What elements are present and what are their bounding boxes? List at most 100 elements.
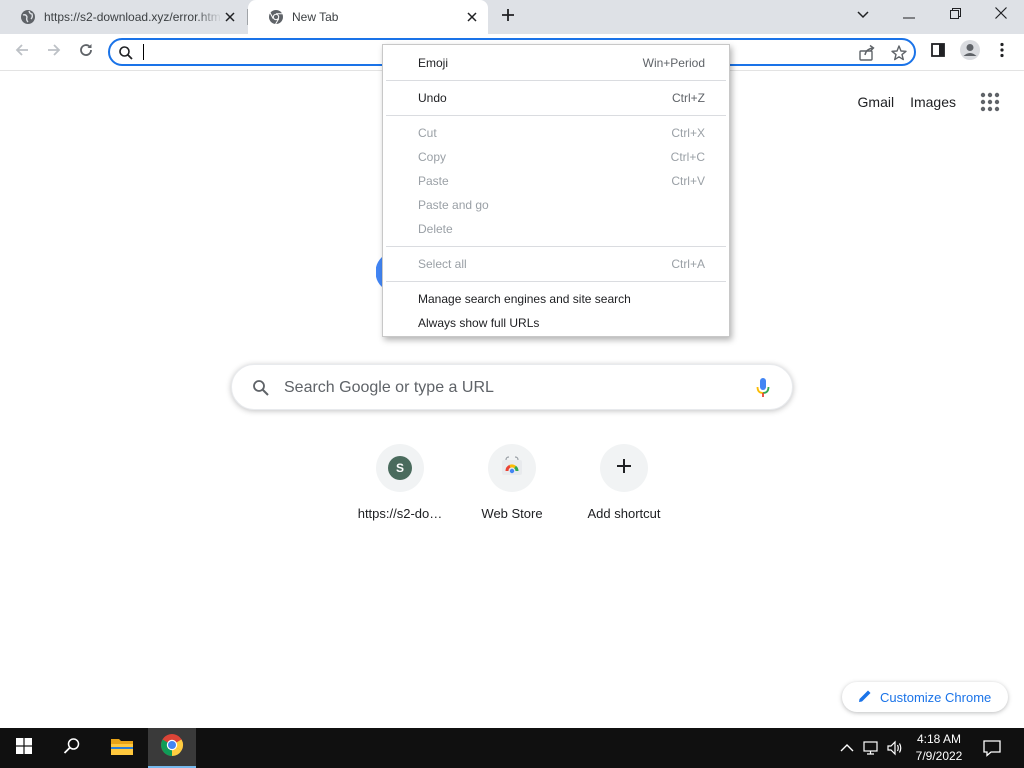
pencil-icon bbox=[858, 689, 880, 706]
reload-button[interactable] bbox=[72, 38, 100, 66]
menu-item-label: Cut bbox=[418, 126, 437, 140]
menu-item-shortcut: Ctrl+A bbox=[671, 257, 705, 271]
menu-item-manage-search-engines-and-site-search[interactable]: Manage search engines and site search bbox=[383, 287, 729, 311]
shortcut-icon-circle bbox=[488, 444, 536, 492]
profile-button[interactable] bbox=[956, 38, 984, 66]
shortcut-icon-circle: S bbox=[376, 444, 424, 492]
system-clock[interactable]: 4:18 AM 7/9/2022 bbox=[910, 731, 968, 765]
avatar-icon bbox=[959, 39, 981, 66]
folder-icon bbox=[110, 736, 134, 761]
shortcut-tile[interactable]: Web Store bbox=[456, 444, 568, 534]
web-store-icon bbox=[501, 455, 523, 481]
tab-title: https://s2-download.xyz/error.html bbox=[44, 10, 222, 24]
customize-chrome-label: Customize Chrome bbox=[880, 689, 992, 705]
menu-item-label: Delete bbox=[418, 222, 453, 236]
menu-item-shortcut: Win+Period bbox=[642, 56, 705, 70]
menu-button[interactable] bbox=[988, 38, 1016, 66]
search-icon bbox=[118, 45, 134, 61]
menu-item-select-all[interactable]: Select all Ctrl+A bbox=[383, 252, 729, 276]
menu-item-label: Always show full URLs bbox=[418, 316, 540, 330]
share-icon[interactable] bbox=[858, 44, 876, 62]
site-letter-icon: S bbox=[388, 456, 412, 480]
more-vert-icon bbox=[1000, 42, 1004, 63]
side-panel-button[interactable] bbox=[924, 38, 952, 66]
network-icon[interactable] bbox=[862, 740, 880, 756]
tab-search-button[interactable] bbox=[840, 0, 886, 30]
back-button[interactable] bbox=[8, 38, 36, 66]
menu-item-label: Undo bbox=[418, 91, 447, 105]
chrome-icon bbox=[160, 733, 184, 762]
search-placeholder: Search Google or type a URL bbox=[284, 379, 494, 396]
apps-grid-icon[interactable] bbox=[980, 92, 1000, 112]
reload-icon bbox=[78, 42, 94, 63]
new-tab-button[interactable] bbox=[496, 5, 520, 29]
menu-item-copy[interactable]: Copy Ctrl+C bbox=[383, 145, 729, 169]
tab-strip: https://s2-download.xyz/error.html New T… bbox=[0, 0, 1024, 34]
close-icon[interactable] bbox=[464, 9, 480, 25]
volume-icon[interactable] bbox=[886, 740, 904, 756]
menu-item-label: Paste bbox=[418, 174, 449, 188]
menu-item-label: Emoji bbox=[418, 56, 449, 70]
taskbar: 4:18 AM 7/9/2022 bbox=[0, 728, 1024, 768]
menu-item-shortcut: Ctrl+X bbox=[671, 126, 705, 140]
menu-item-label: Manage search engines and site search bbox=[418, 292, 631, 306]
search-icon bbox=[63, 737, 81, 760]
add-shortcut-button[interactable]: Add shortcut bbox=[568, 444, 680, 534]
menu-item-label: Paste and go bbox=[418, 198, 489, 212]
close-window-button[interactable] bbox=[978, 0, 1024, 30]
restore-button[interactable] bbox=[932, 0, 978, 30]
restore-icon bbox=[949, 6, 961, 24]
microphone-icon[interactable] bbox=[756, 377, 770, 399]
chevron-down-icon bbox=[857, 6, 869, 24]
gmail-link[interactable]: Gmail bbox=[858, 94, 895, 110]
globe-icon bbox=[20, 9, 36, 25]
close-icon bbox=[995, 6, 1007, 24]
start-button[interactable] bbox=[0, 728, 48, 768]
clock-date: 7/9/2022 bbox=[915, 749, 963, 763]
shortcut-tile[interactable]: S https://s2-do… bbox=[344, 444, 456, 534]
images-link[interactable]: Images bbox=[910, 94, 956, 110]
menu-item-paste-and-go[interactable]: Paste and go bbox=[383, 193, 729, 217]
file-explorer-button[interactable] bbox=[98, 728, 146, 768]
forward-button[interactable] bbox=[40, 38, 68, 66]
menu-item-always-show-full-urls[interactable]: Always show full URLs bbox=[383, 311, 729, 335]
top-links: Gmail Images bbox=[858, 94, 956, 110]
search-box[interactable]: Search Google or type a URL bbox=[231, 364, 793, 410]
menu-separator bbox=[383, 241, 729, 252]
plus-icon bbox=[616, 458, 632, 479]
search-icon bbox=[252, 379, 270, 397]
close-icon[interactable] bbox=[222, 9, 238, 25]
menu-separator bbox=[383, 110, 729, 121]
menu-item-shortcut: Ctrl+C bbox=[670, 150, 705, 164]
taskbar-search-button[interactable] bbox=[48, 728, 96, 768]
side-panel-icon bbox=[930, 42, 946, 63]
minimize-icon bbox=[903, 6, 915, 24]
menu-item-paste[interactable]: Paste Ctrl+V bbox=[383, 169, 729, 193]
shortcut-label: Web Store bbox=[481, 506, 543, 521]
tab-error-page[interactable]: https://s2-download.xyz/error.html bbox=[0, 0, 246, 34]
chrome-icon bbox=[268, 9, 284, 25]
chevron-up-icon[interactable] bbox=[838, 740, 856, 756]
menu-item-emoji[interactable]: Emoji Win+Period bbox=[383, 51, 729, 75]
tab-new-tab[interactable]: New Tab bbox=[248, 0, 488, 34]
bookmark-star-icon[interactable] bbox=[890, 44, 908, 62]
clock-time: 4:18 AM bbox=[916, 732, 962, 746]
text-cursor bbox=[143, 44, 144, 60]
arrow-right-icon bbox=[46, 42, 62, 63]
customize-chrome-button[interactable]: Customize Chrome bbox=[842, 682, 1008, 712]
notification-icon[interactable] bbox=[982, 739, 1002, 757]
menu-item-label: Select all bbox=[418, 257, 467, 271]
menu-item-delete[interactable]: Delete bbox=[383, 217, 729, 241]
context-menu: Emoji Win+Period Undo Ctrl+Z Cut Ctrl+X Copy Ct… bbox=[382, 44, 730, 337]
menu-item-undo[interactable]: Undo Ctrl+Z bbox=[383, 86, 729, 110]
shortcut-label: https://s2-do… bbox=[357, 506, 443, 521]
shortcut-icon-circle bbox=[600, 444, 648, 492]
tab-title: New Tab bbox=[292, 10, 339, 24]
minimize-button[interactable] bbox=[886, 0, 932, 30]
menu-item-shortcut: Ctrl+Z bbox=[672, 91, 705, 105]
plus-icon bbox=[501, 8, 515, 27]
menu-item-cut[interactable]: Cut Ctrl+X bbox=[383, 121, 729, 145]
menu-item-shortcut: Ctrl+V bbox=[671, 174, 705, 188]
chrome-taskbar-button[interactable] bbox=[148, 728, 196, 768]
arrow-left-icon bbox=[14, 42, 30, 63]
